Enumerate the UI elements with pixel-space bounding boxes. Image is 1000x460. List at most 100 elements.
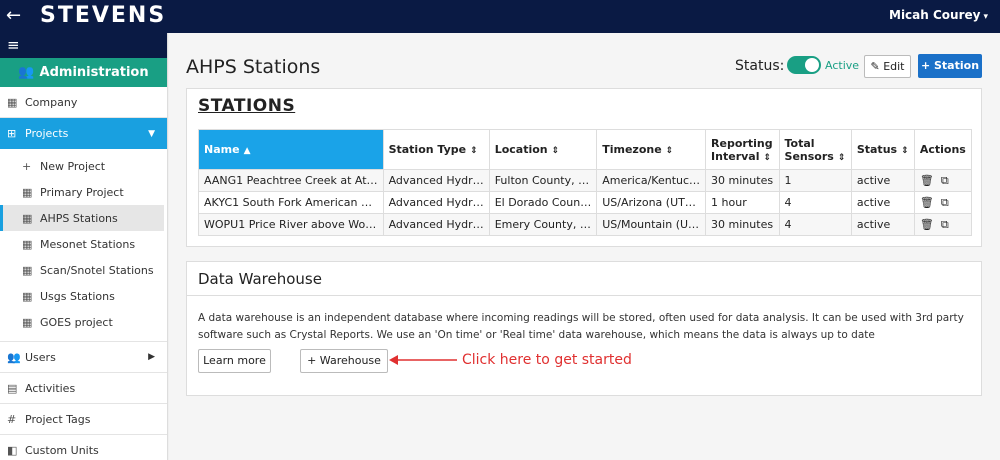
sort-icon: ⇕	[551, 146, 560, 156]
stations-table: Name ▲ Station Type ⇕ Location ⇕ Timezone ⇕ …	[198, 129, 973, 236]
hamburger-menu-icon[interactable]: ≡	[7, 36, 20, 54]
status-value: Active	[825, 59, 860, 72]
sidebar-subitem-usgs-stations[interactable]: ▦ Usgs Stations	[0, 283, 167, 309]
cell-name[interactable]: WOPU1 Price River above Wo…	[198, 213, 384, 236]
edit-button[interactable]: ✎ Edit	[864, 55, 911, 78]
add-station-button[interactable]: + Station	[918, 54, 982, 78]
cell-actions: 🗑 ⧉	[913, 191, 973, 214]
column-header-actions: Actions	[913, 129, 973, 170]
cell-reporting-interval: 1 hour	[705, 191, 780, 214]
add-warehouse-button[interactable]: + Warehouse	[300, 349, 388, 373]
table-row[interactable]: AKYC1 South Fork American … Advanced Hyd…	[198, 191, 973, 214]
users-icon: 👥	[7, 350, 21, 364]
user-menu[interactable]: Micah Courey ▾	[889, 8, 988, 22]
cell-name[interactable]: AKYC1 South Fork American …	[198, 191, 384, 214]
column-header-total-sensors[interactable]: Total Sensors ⇕	[778, 129, 852, 170]
copy-icon[interactable]: ⧉	[941, 174, 949, 188]
cell-reporting-interval: 30 minutes	[705, 213, 780, 236]
cell-timezone: US/Arizona (UT…	[596, 191, 707, 214]
column-header-reporting-interval[interactable]: Reporting Interval ⇕	[705, 129, 780, 170]
trash-icon[interactable]: 🗑	[920, 218, 934, 231]
paperclip-icon: ◧	[7, 443, 18, 457]
users-icon: 👥	[18, 65, 35, 80]
page-title: AHPS Stations	[186, 56, 321, 78]
sidebar-subitem-scan-snotel-stations[interactable]: ▦ Scan/Snotel Stations	[0, 257, 167, 283]
sort-icon: ⇕	[901, 146, 909, 156]
sidebar-item-company[interactable]: ▦ Company	[0, 87, 167, 118]
table-header-row: Name ▲ Station Type ⇕ Location ⇕ Timezone ⇕ …	[198, 129, 973, 170]
cell-status: active	[850, 191, 915, 214]
project-icon: ▦	[22, 237, 33, 251]
column-header-timezone[interactable]: Timezone ⇕	[596, 129, 707, 170]
copy-icon[interactable]: ⧉	[941, 218, 949, 232]
grid-icon: ⊞	[7, 127, 17, 140]
status-label: Status:	[735, 58, 785, 74]
sidebar-item-activities[interactable]: ▤ Activities	[0, 373, 167, 404]
back-arrow-icon[interactable]: ←	[6, 5, 21, 27]
data-warehouse-title: Data Warehouse	[187, 262, 981, 296]
cell-location: Emery County, …	[488, 213, 598, 236]
sidebar-subitem-label: Usgs Stations	[40, 289, 115, 303]
sidebar-subitem-goes-project[interactable]: ▦ GOES project	[0, 309, 167, 335]
sidebar-subitem-mesonet-stations[interactable]: ▦ Mesonet Stations	[0, 231, 167, 257]
sidebar-item-projects[interactable]: ⊞ Projects ▼	[0, 118, 167, 149]
sort-ascending-icon: ▲	[243, 146, 251, 156]
sort-icon: ⇕	[763, 152, 772, 163]
column-header-station-type[interactable]: Station Type ⇕	[382, 129, 490, 170]
sidebar: ≡ 👥 Administration ▦ Company ⊞ Projects ▼…	[0, 33, 168, 460]
project-icon: ▦	[22, 263, 33, 277]
sidebar-subitem-ahps-stations[interactable]: ▦ AHPS Stations	[0, 205, 164, 231]
sort-icon: ⇕	[837, 152, 846, 163]
sidebar-item-label: Users	[25, 350, 56, 364]
sidebar-subitem-label: Scan/Snotel Stations	[40, 263, 154, 277]
sidebar-item-label: Company	[25, 95, 78, 109]
cell-reporting-interval: 30 minutes	[705, 169, 780, 192]
cell-total-sensors: 4	[778, 213, 852, 236]
trash-icon[interactable]: 🗑	[920, 196, 934, 209]
annotation-text: Click here to get started	[462, 352, 632, 368]
cell-name[interactable]: AANG1 Peachtree Creek at At…	[198, 169, 384, 192]
sidebar-subitem-label: Mesonet Stations	[40, 237, 136, 251]
table-row[interactable]: AANG1 Peachtree Creek at At… Advanced Hy…	[198, 169, 973, 192]
cell-actions: 🗑 ⧉	[913, 169, 973, 192]
list-icon: ▤	[7, 381, 18, 395]
status-toggle[interactable]	[787, 56, 821, 74]
cell-status: active	[850, 213, 915, 236]
column-header-location[interactable]: Location ⇕	[488, 129, 598, 170]
sidebar-item-users[interactable]: 👥 Users ▶	[0, 342, 167, 373]
copy-icon[interactable]: ⧉	[941, 196, 949, 210]
sidebar-item-custom-units[interactable]: ◧ Custom Units	[0, 435, 167, 460]
cell-status: active	[850, 169, 915, 192]
administration-label: Administration	[39, 65, 149, 80]
sidebar-subitem-label: GOES project	[40, 315, 113, 329]
trash-icon[interactable]: 🗑	[920, 174, 934, 187]
cell-station-type: Advanced Hydr…	[382, 169, 490, 192]
projects-submenu: + New Project ▦ Primary Project ▦ AHPS S…	[0, 149, 167, 342]
cell-location: El Dorado Coun…	[488, 191, 598, 214]
stations-heading: STATIONS	[198, 96, 296, 116]
sidebar-toggle[interactable]: ≡	[0, 33, 167, 58]
top-bar: ← STEVENS Micah Courey ▾	[0, 0, 1000, 33]
arrow-left-icon	[389, 355, 457, 365]
project-icon: ▦	[22, 289, 33, 303]
table-row[interactable]: WOPU1 Price River above Wo… Advanced Hyd…	[198, 213, 973, 236]
caret-down-icon: ▾	[983, 12, 988, 22]
sidebar-subitem-label: Primary Project	[40, 185, 124, 199]
column-header-name[interactable]: Name ▲	[198, 129, 384, 170]
sidebar-item-label: Project Tags	[25, 412, 91, 426]
column-header-status[interactable]: Status ⇕	[850, 129, 915, 170]
stevens-logo[interactable]: STEVENS	[40, 3, 166, 29]
sidebar-subitem-label: AHPS Stations	[40, 211, 118, 225]
project-icon: ▦	[22, 211, 33, 225]
cell-total-sensors: 4	[778, 191, 852, 214]
administration-section[interactable]: 👥 Administration	[0, 58, 167, 87]
sidebar-subitem-label: New Project	[40, 159, 106, 173]
sidebar-subitem-new-project[interactable]: + New Project	[0, 153, 167, 179]
learn-more-button[interactable]: Learn more	[198, 349, 271, 373]
project-icon: ▦	[22, 185, 33, 199]
sort-icon: ⇕	[665, 146, 674, 156]
sidebar-item-project-tags[interactable]: # Project Tags	[0, 404, 167, 435]
cell-station-type: Advanced Hydr…	[382, 213, 490, 236]
sidebar-subitem-primary-project[interactable]: ▦ Primary Project	[0, 179, 167, 205]
data-warehouse-description: A data warehouse is an independent datab…	[198, 312, 964, 341]
